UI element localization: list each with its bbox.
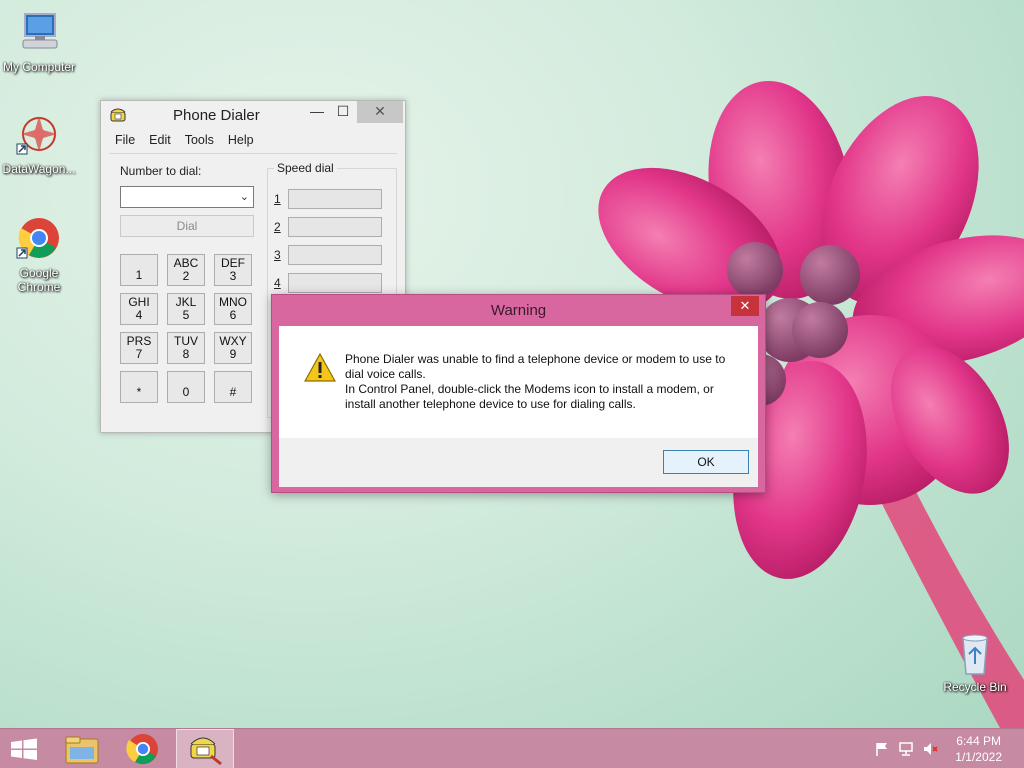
menu-bar: File Edit Tools Help [101, 129, 405, 151]
close-button[interactable]: ✕ [357, 101, 403, 123]
network-icon[interactable] [898, 741, 914, 757]
dialer-titlebar[interactable]: Phone Dialer — ☐ ✕ [101, 101, 405, 129]
datawagon-icon [15, 112, 63, 160]
speed-dial-button-1[interactable] [288, 189, 382, 209]
speed-dial-label: Speed dial [274, 161, 337, 175]
keypad-key-8[interactable]: TUV 8 [167, 332, 205, 364]
taskbar-file-explorer[interactable] [55, 729, 113, 768]
desktop-icon-my-computer[interactable]: My Computer [0, 10, 81, 74]
menu-help[interactable]: Help [228, 133, 254, 147]
warning-footer: OK [279, 438, 758, 487]
number-to-dial-label: Number to dial: [120, 164, 202, 178]
speed-dial-row: 4 [274, 273, 386, 293]
keypad-key-0[interactable]: 0 [167, 371, 205, 403]
keypad-key-1[interactable]: 1 [120, 254, 158, 286]
flag-icon[interactable] [874, 741, 890, 757]
clock-date: 1/1/2022 [955, 750, 1002, 764]
warning-message: Phone Dialer was unable to find a teleph… [345, 352, 745, 412]
keypad-key-2[interactable]: ABC 2 [167, 254, 205, 286]
keypad-key-star[interactable]: * [120, 371, 158, 403]
speed-dial-number: 1 [274, 192, 281, 206]
keypad-key-9[interactable]: WXY 9 [214, 332, 252, 364]
desktop-icon-recycle-bin[interactable]: Recycle Bin [933, 630, 1017, 694]
desktop-icon-label: DataWagon... [2, 162, 76, 176]
maximize-button[interactable]: ☐ [331, 101, 355, 123]
taskbar-chrome[interactable] [113, 729, 171, 768]
system-clock[interactable]: 6:44 PM 1/1/2022 [955, 733, 1002, 765]
warning-message-area: Phone Dialer was unable to find a teleph… [279, 326, 758, 438]
desktop-icon-google-chrome[interactable]: Google Chrome [0, 216, 81, 294]
phone-dialer-icon [190, 737, 222, 766]
warning-message-line1: Phone Dialer was unable to find a teleph… [345, 352, 726, 381]
keypad-key-hash[interactable]: # [214, 371, 252, 403]
clock-time: 6:44 PM [956, 734, 1001, 748]
speed-dial-button-3[interactable] [288, 245, 382, 265]
volume-muted-icon[interactable] [922, 741, 938, 757]
ok-button[interactable]: OK [663, 450, 749, 474]
file-explorer-icon [65, 736, 99, 764]
keypad-key-3[interactable]: DEF 3 [214, 254, 252, 286]
warning-titlebar[interactable]: Warning ✕ [272, 295, 765, 325]
start-icon [11, 738, 37, 760]
speed-dial-number: 4 [274, 276, 281, 290]
desktop-icon-label: My Computer [2, 60, 76, 74]
desktop-icon-label: Google Chrome [17, 266, 61, 294]
chevron-down-icon[interactable]: ⌄ [240, 190, 249, 203]
menu-tools[interactable]: Tools [185, 133, 214, 147]
warning-icon [303, 352, 337, 383]
dialer-title: Phone Dialer [173, 107, 260, 124]
computer-icon [15, 10, 63, 58]
speed-dial-row: 3 [274, 245, 386, 265]
chrome-icon [15, 216, 63, 264]
speed-dial-button-2[interactable] [288, 217, 382, 237]
dial-button[interactable]: Dial [120, 215, 254, 237]
keypad-key-7[interactable]: PRS 7 [120, 332, 158, 364]
taskbar-phone-dialer[interactable] [176, 729, 234, 768]
keypad-key-4[interactable]: GHI 4 [120, 293, 158, 325]
speed-dial-row: 1 [274, 189, 386, 209]
start-button[interactable] [0, 729, 58, 768]
keypad-key-5[interactable]: JKL 5 [167, 293, 205, 325]
warning-close-button[interactable]: ✕ [731, 296, 759, 316]
speed-dial-button-4[interactable] [288, 273, 382, 293]
warning-dialog: Warning ✕ Phone Dialer was unable to fin… [271, 294, 766, 493]
minimize-button[interactable]: — [305, 101, 329, 123]
menu-file[interactable]: File [115, 133, 135, 147]
chrome-icon [126, 734, 158, 765]
keypad-key-6[interactable]: MNO 6 [214, 293, 252, 325]
speed-dial-row: 2 [274, 217, 386, 237]
menu-edit[interactable]: Edit [149, 133, 171, 147]
speed-dial-number: 2 [274, 220, 281, 234]
number-to-dial-combo[interactable]: ⌄ [120, 186, 254, 208]
phone-dialer-icon [109, 106, 127, 124]
recycle-bin-icon [951, 630, 999, 678]
warning-message-line2: In Control Panel, double-click the Modem… [345, 382, 714, 411]
desktop-icon-label: Recycle Bin [943, 680, 1007, 694]
taskbar: 6:44 PM 1/1/2022 [0, 728, 1024, 768]
desktop-icon-datawagon[interactable]: DataWagon... [0, 112, 81, 176]
speed-dial-number: 3 [274, 248, 281, 262]
warning-title: Warning [490, 302, 547, 319]
warning-body: Phone Dialer was unable to find a teleph… [279, 326, 758, 487]
